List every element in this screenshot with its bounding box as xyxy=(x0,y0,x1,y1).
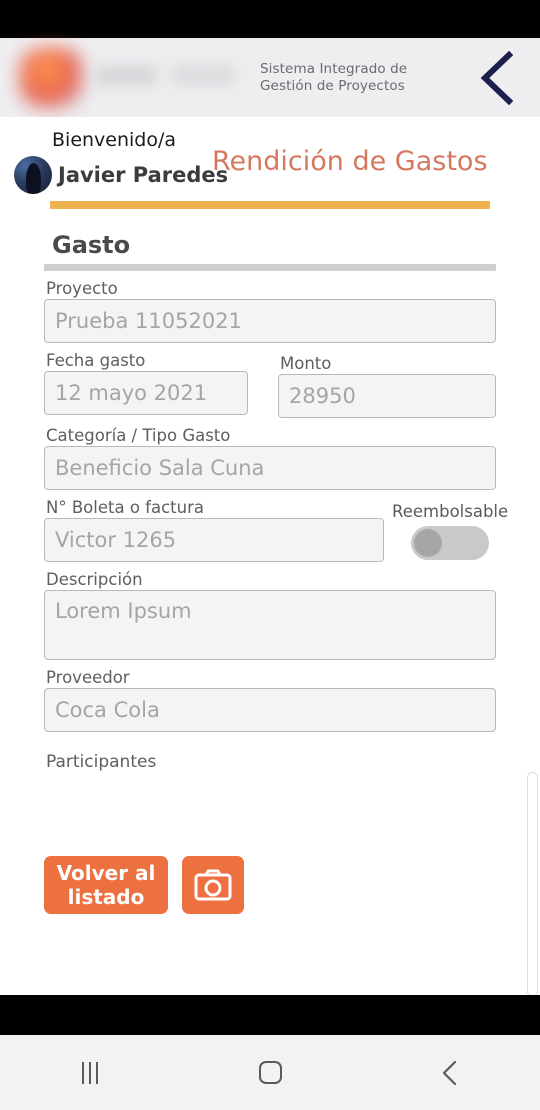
field-monto: Monto 28950 xyxy=(278,351,496,418)
section-divider xyxy=(44,264,496,271)
header-subtitle-line-2: Gestión de Proyectos xyxy=(260,77,405,94)
label-boleta: N° Boleta o factura xyxy=(46,498,204,517)
accent-bar xyxy=(50,201,490,209)
status-bar xyxy=(0,0,540,38)
back-to-list-button[interactable]: Volver al listado xyxy=(44,856,168,914)
input-monto[interactable]: 28950 xyxy=(278,374,496,418)
field-boleta: N° Boleta o factura Victor 1265 xyxy=(44,498,384,562)
header-back-button[interactable] xyxy=(454,38,540,117)
label-monto: Monto xyxy=(280,354,332,373)
field-fecha-gasto: Fecha gasto 12 mayo 2021 xyxy=(44,351,248,418)
camera-button[interactable] xyxy=(182,856,244,914)
label-fecha-gasto: Fecha gasto xyxy=(46,351,146,370)
section-title: Gasto xyxy=(44,231,496,271)
header-subtitle-line-1: Sistema Integrado de xyxy=(260,60,408,77)
page-body: Bienvenido/a Javier Paredes Rendición de… xyxy=(0,117,540,995)
logo-wordmark-part-1 xyxy=(95,65,157,86)
input-proyecto[interactable]: Prueba 11052021 xyxy=(44,299,496,343)
camera-icon xyxy=(194,869,232,901)
user-name: Javier Paredes xyxy=(58,163,229,187)
toggle-knob xyxy=(414,529,443,557)
label-descripcion: Descripción xyxy=(46,570,143,589)
field-categoria: Categoría / Tipo Gasto Beneficio Sala Cu… xyxy=(44,426,496,490)
app-header: Sistema Integrado de Gestión de Proyecto… xyxy=(0,38,540,117)
avatar xyxy=(14,156,52,194)
logo-wordmark-part-2 xyxy=(172,65,235,85)
section-title-label: Gasto xyxy=(52,231,131,259)
label-participantes: Participantes xyxy=(46,752,157,772)
label-proyecto: Proyecto xyxy=(46,279,118,298)
chevron-left-icon xyxy=(480,50,514,105)
field-proyecto: Proyecto Prueba 11052021 xyxy=(44,279,496,343)
label-reembolsable: Reembolsable xyxy=(392,502,509,521)
input-proveedor[interactable]: Coca Cola xyxy=(44,688,496,732)
label-categoria: Categoría / Tipo Gasto xyxy=(46,426,231,445)
logo-mark-icon xyxy=(20,48,83,108)
phone-screen: Sistema Integrado de Gestión de Proyecto… xyxy=(0,0,540,1110)
vertical-scrollbar[interactable] xyxy=(527,772,538,995)
field-proveedor: Proveedor Coca Cola xyxy=(44,668,496,732)
company-logo[interactable] xyxy=(0,38,250,117)
input-fecha-gasto[interactable]: 12 mayo 2021 xyxy=(44,371,248,415)
expense-form: Gasto Proyecto Prueba 11052021 Fecha gas… xyxy=(0,231,540,914)
user-row: Javier Paredes Rendición de Gastos xyxy=(0,146,540,194)
form-actions: Volver al listado xyxy=(44,856,496,914)
system-navigation-bar xyxy=(0,1035,540,1110)
field-row-fecha-monto: Fecha gasto 12 mayo 2021 Monto 28950 xyxy=(44,351,496,418)
nav-back-button[interactable] xyxy=(360,1035,540,1110)
toggle-reembolsable[interactable] xyxy=(411,526,490,560)
nav-recents-button[interactable] xyxy=(0,1035,180,1110)
field-reembolsable: Reembolsable xyxy=(392,502,508,562)
label-proveedor: Proveedor xyxy=(46,668,130,687)
screen-bottom-gap xyxy=(0,995,540,1035)
input-descripcion[interactable]: Lorem Ipsum xyxy=(44,590,496,660)
home-icon xyxy=(258,1061,282,1084)
page-title: Rendición de Gastos xyxy=(212,146,488,177)
input-boleta[interactable]: Victor 1265 xyxy=(44,518,384,562)
nav-home-button[interactable] xyxy=(180,1035,360,1110)
field-row-boleta-reembolsable: N° Boleta o factura Victor 1265 Reembols… xyxy=(44,498,508,562)
back-icon xyxy=(442,1060,457,1085)
input-categoria[interactable]: Beneficio Sala Cuna xyxy=(44,446,496,490)
recents-icon xyxy=(82,1061,98,1084)
field-descripcion: Descripción Lorem Ipsum xyxy=(44,570,496,660)
header-subtitle: Sistema Integrado de Gestión de Proyecto… xyxy=(250,61,454,95)
